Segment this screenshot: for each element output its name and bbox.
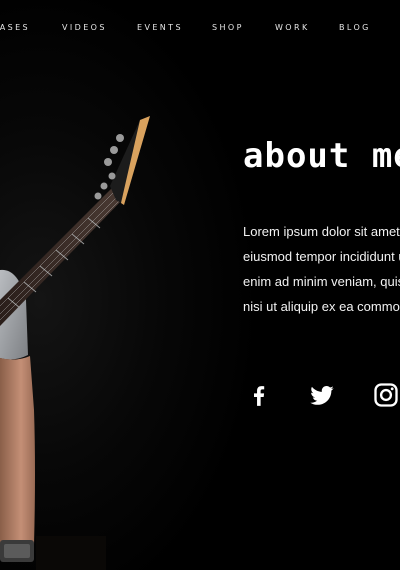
- twitter-icon[interactable]: [308, 381, 338, 411]
- nav-item-shop[interactable]: SHOP: [212, 23, 244, 32]
- about-paragraph: Lorem ipsum dolor sit amet, consectetur …: [243, 219, 400, 319]
- nav-item-blog[interactable]: BLOG: [339, 23, 371, 32]
- about-line: enim ad minim veniam, quis nostrud exerc…: [243, 274, 400, 289]
- nav-item-releases[interactable]: RELEASES: [0, 23, 30, 32]
- nav-item-events[interactable]: EVENTS: [137, 23, 183, 32]
- guitarist-photo: [0, 116, 150, 570]
- about-title: about me: [243, 136, 400, 176]
- about-line: Lorem ipsum dolor sit amet, consectetur …: [243, 224, 400, 239]
- page: RELEASES VIDEOS EVENTS SHOP WORK BLOG: [0, 0, 400, 570]
- nav-item-videos[interactable]: VIDEOS: [62, 23, 107, 32]
- nav-item-work[interactable]: WORK: [275, 23, 310, 32]
- instagram-icon[interactable]: [372, 381, 400, 411]
- about-line: nisi ut aliquip ex ea commodo consequat.: [243, 299, 400, 314]
- about-line: eiusmod tempor incididunt ut labore et d…: [243, 249, 400, 264]
- facebook-icon[interactable]: [246, 381, 276, 411]
- main-nav: RELEASES VIDEOS EVENTS SHOP WORK BLOG: [0, 18, 400, 38]
